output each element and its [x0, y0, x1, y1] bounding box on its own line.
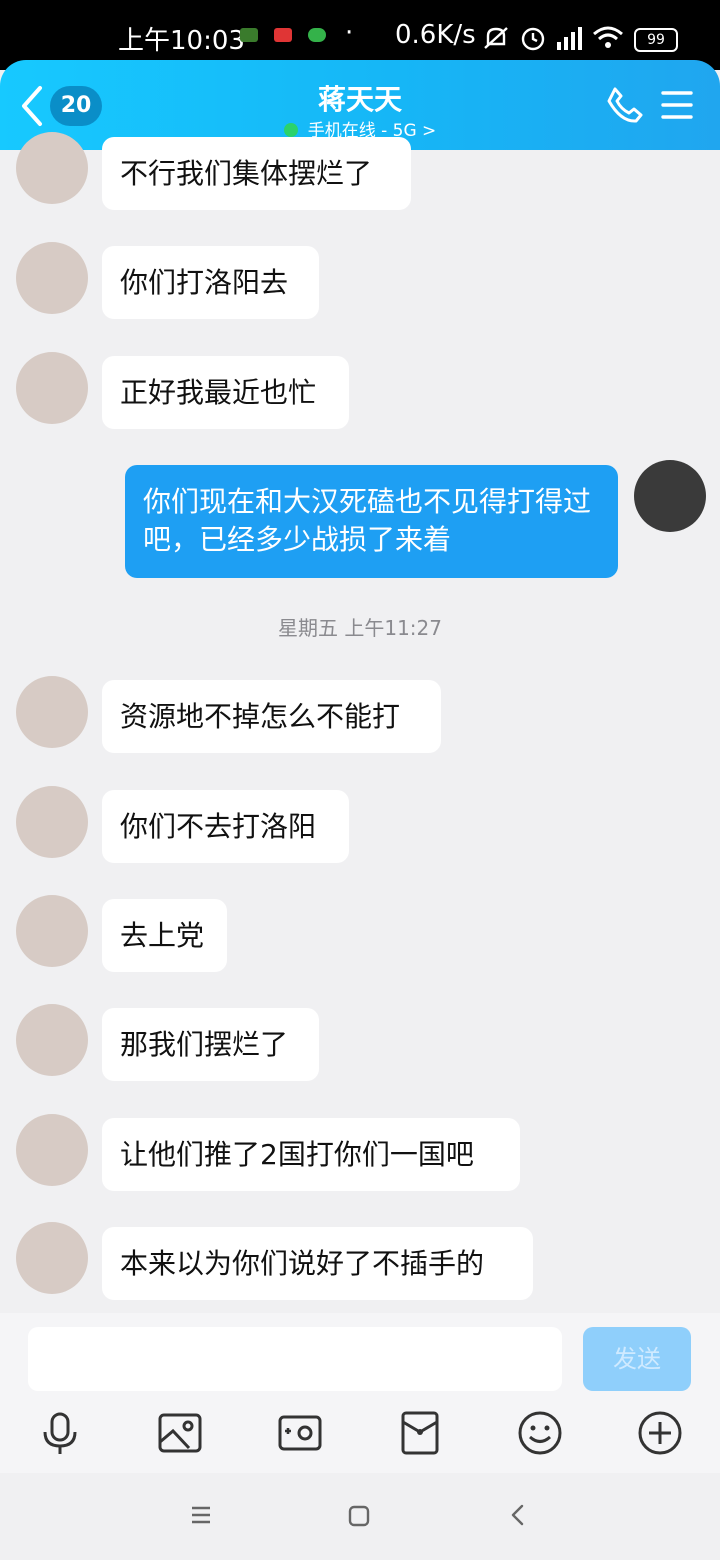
status-time: 上午10:03	[118, 26, 245, 56]
online-dot-icon	[283, 123, 298, 137]
home-icon[interactable]	[348, 1505, 370, 1527]
recents-icon[interactable]	[190, 1505, 212, 1525]
contact-avatar[interactable]	[16, 895, 88, 967]
chevron-right-icon: >	[422, 121, 437, 141]
message-bubble[interactable]: 去上党	[102, 899, 227, 972]
message-bubble[interactable]: 你们不去打洛阳	[102, 790, 349, 863]
signal-icon	[557, 27, 582, 50]
contact-avatar[interactable]	[16, 786, 88, 858]
back-icon[interactable]	[508, 1503, 528, 1527]
message-bubble[interactable]: 不行我们集体摆烂了	[102, 137, 411, 210]
message-timestamp: 星期五 上午11:27	[278, 616, 442, 640]
contact-avatar[interactable]	[16, 676, 88, 748]
net-speed: 0.6K/s	[395, 20, 476, 50]
contact-avatar[interactable]	[16, 242, 88, 314]
message-bubble[interactable]: 正好我最近也忙	[102, 356, 349, 429]
message-bubble[interactable]: 让他们推了2国打你们一国吧	[102, 1118, 520, 1191]
contact-avatar[interactable]	[16, 1114, 88, 1186]
battery-indicator: 99	[634, 28, 678, 52]
microphone-icon[interactable]	[35, 1408, 85, 1458]
wechat-notification-icon	[308, 28, 326, 42]
contact-avatar[interactable]	[16, 1004, 88, 1076]
message-bubble[interactable]: 你们打洛阳去	[102, 246, 319, 319]
message-bubble[interactable]: 那我们摆烂了	[102, 1008, 319, 1081]
more-dot-icon: ·	[345, 18, 354, 48]
my-avatar[interactable]	[634, 460, 706, 532]
contact-avatar[interactable]	[16, 352, 88, 424]
plus-icon[interactable]	[635, 1408, 685, 1458]
menu-icon[interactable]	[661, 90, 693, 120]
photo-icon[interactable]	[155, 1408, 205, 1458]
mute-icon	[484, 27, 508, 49]
input-bar: 发送	[0, 1313, 720, 1473]
send-button[interactable]: 发送	[583, 1327, 691, 1391]
camera-icon[interactable]	[275, 1408, 325, 1458]
contact-avatar[interactable]	[16, 132, 88, 204]
red-packet-icon[interactable]	[395, 1408, 445, 1458]
system-nav-bar	[0, 1473, 720, 1560]
phone-icon[interactable]	[606, 86, 644, 124]
emoji-icon[interactable]	[515, 1408, 565, 1458]
alarm-icon	[521, 27, 545, 51]
message-bubble-sent[interactable]: 你们现在和大汉死磕也不见得打得过吧，已经多少战损了来着	[125, 465, 618, 578]
wifi-icon	[593, 26, 623, 48]
app-notification-icon	[240, 28, 258, 42]
message-input[interactable]	[28, 1327, 562, 1391]
app-notification-icon	[274, 28, 292, 42]
message-bubble[interactable]: 资源地不掉怎么不能打	[102, 680, 441, 753]
contact-avatar[interactable]	[16, 1222, 88, 1294]
message-bubble[interactable]: 本来以为你们说好了不插手的	[102, 1227, 533, 1300]
